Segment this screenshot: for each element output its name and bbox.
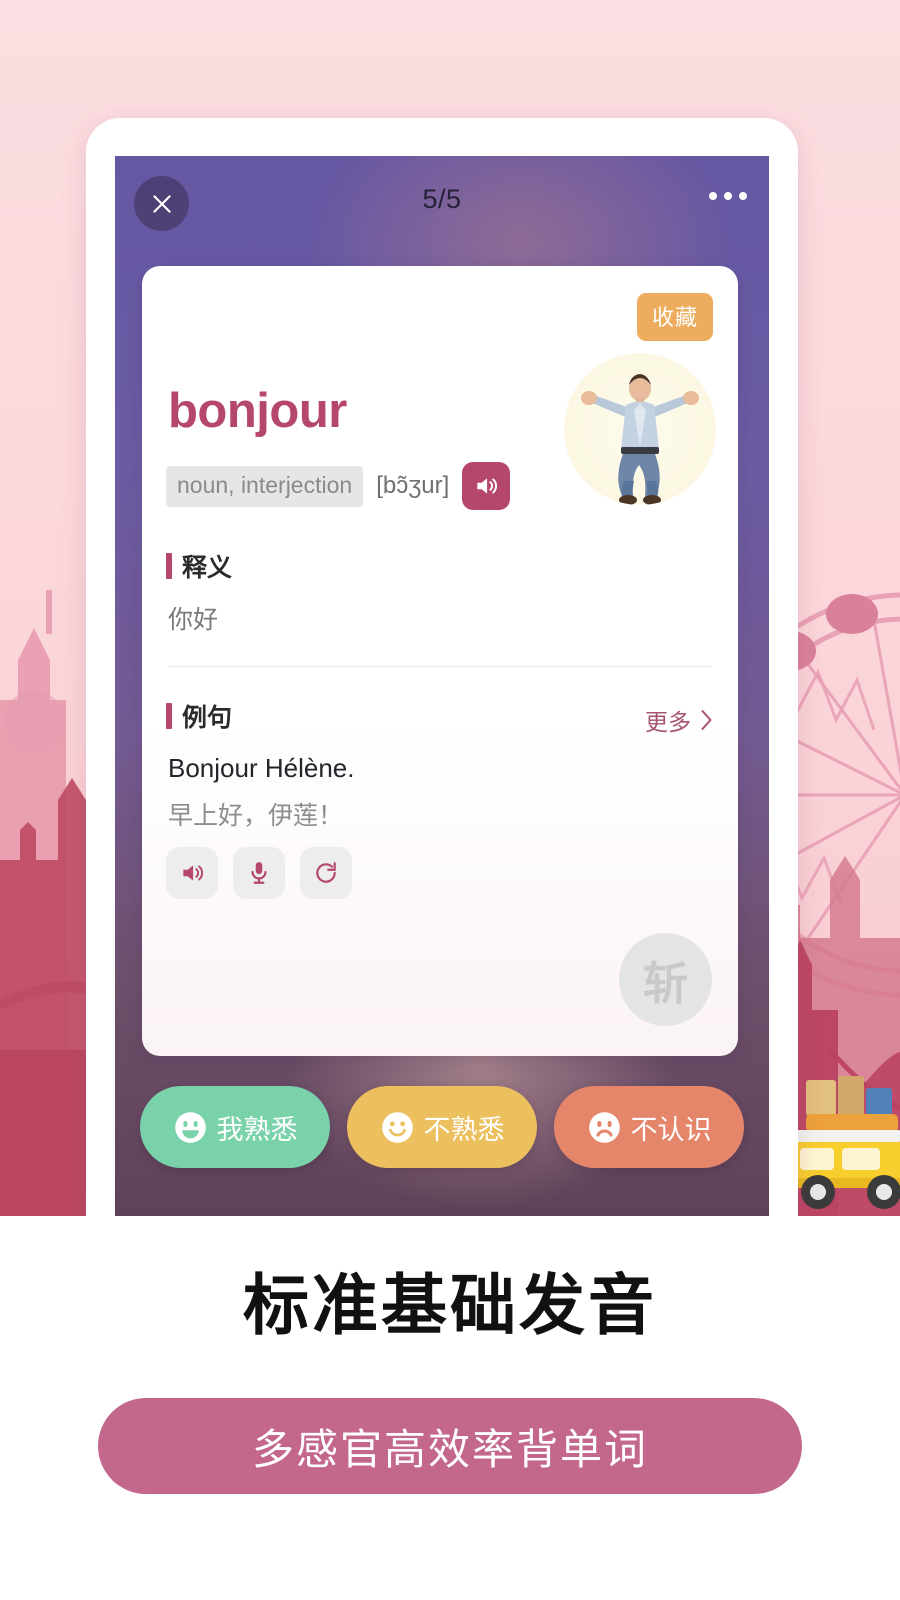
example-translation-text: 早上好，伊莲！ [168, 802, 344, 830]
answer-unknown-label: 不认识 [630, 1114, 712, 1145]
word-card: 收藏 bonjour noun, interjection [bɔ̃ʒur] 释… [142, 266, 738, 1056]
phonetic-text: [bɔ̃ʒur] [376, 472, 450, 499]
speaker-icon [183, 865, 204, 881]
card-divider [168, 666, 712, 667]
examples-heading-label: 例句 [182, 704, 233, 732]
more-options-button[interactable] [709, 192, 747, 200]
section-accent-bar [166, 553, 172, 579]
answer-unfamiliar-button[interactable]: 不熟悉 [347, 1086, 537, 1168]
examples-heading: 例句 [166, 698, 232, 734]
man-arms-open-illustration [581, 374, 699, 505]
answer-unknown-button[interactable]: 不认识 [554, 1086, 744, 1168]
replay-button[interactable] [300, 847, 352, 899]
app-bar: 5/5 [115, 156, 769, 248]
smiley-neutral-icon [381, 1111, 413, 1143]
promo-background: 5/5 收藏 bonjour noun, interjection [bɔ̃ʒu… [0, 0, 900, 1216]
smiley-sad-icon [588, 1111, 620, 1143]
example-source-text: Bonjour Hélène. [168, 753, 355, 783]
microphone-icon [251, 862, 267, 884]
answer-familiar-label: 我熟悉 [216, 1114, 298, 1145]
play-audio-button[interactable] [166, 847, 218, 899]
examples-more-label: 更多 [645, 709, 691, 735]
watermark: 斩 [619, 933, 712, 1026]
phone-frame: 5/5 收藏 bonjour noun, interjection [bɔ̃ʒu… [86, 118, 798, 1216]
examples-more-button[interactable]: 更多 [645, 703, 713, 737]
definition-heading-label: 释义 [182, 554, 233, 582]
record-button[interactable] [233, 847, 285, 899]
answer-unfamiliar-label: 不熟悉 [423, 1114, 505, 1145]
smiley-grin-icon [174, 1111, 206, 1143]
avatar [564, 353, 716, 505]
more-options-icon [709, 192, 717, 200]
word-headword: bonjour [168, 384, 347, 438]
word-meta-row: noun, interjection [bɔ̃ʒur] [166, 462, 511, 510]
answer-buttons: 我熟悉 不熟悉 不认识 [140, 1086, 744, 1168]
favorite-button[interactable]: 收藏 [636, 293, 713, 341]
refresh-icon [316, 862, 336, 883]
word-speaker-button[interactable] [462, 462, 511, 510]
promo-cta-button[interactable]: 多感官高效率背单词 [98, 1398, 802, 1494]
section-accent-bar [166, 703, 172, 729]
definition-text: 你好 [168, 606, 219, 634]
example-actions [166, 847, 352, 899]
chevron-right-icon [701, 710, 712, 730]
definition-heading: 释义 [166, 548, 232, 584]
part-of-speech-chip: noun, interjection [166, 465, 364, 507]
card-counter: 5/5 [422, 184, 462, 214]
phone-screen: 5/5 收藏 bonjour noun, interjection [bɔ̃ʒu… [115, 156, 769, 1216]
promo-tagline: 标准基础发音 [243, 1268, 657, 1342]
speaker-icon [477, 478, 498, 494]
answer-familiar-button[interactable]: 我熟悉 [140, 1086, 330, 1168]
